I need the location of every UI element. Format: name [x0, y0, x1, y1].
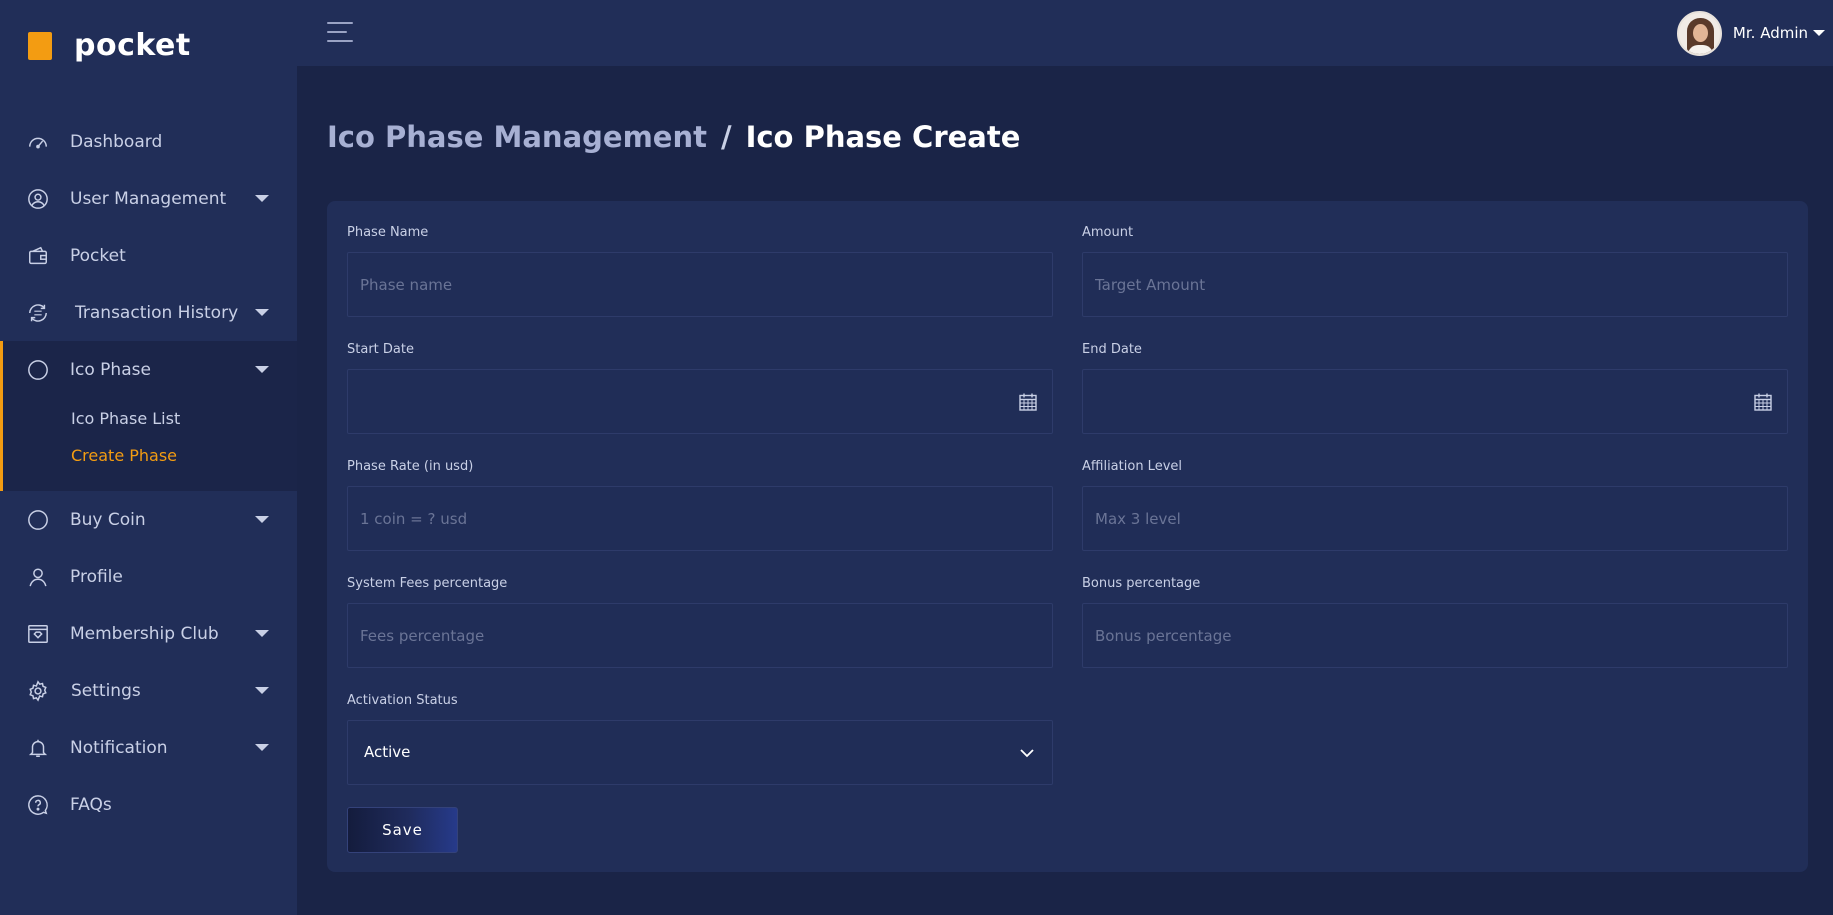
- page-title: Ico Phase Create: [745, 120, 1021, 154]
- circle-icon: [26, 358, 50, 382]
- speedometer-icon: [26, 130, 50, 154]
- calendar-icon[interactable]: [1753, 392, 1773, 412]
- sidebar-item-settings[interactable]: Settings: [0, 662, 297, 719]
- logo-text: pocket: [74, 28, 191, 63]
- sidebar-subitem-ico-phase-list[interactable]: Ico Phase List: [3, 400, 297, 437]
- sidebar-item-label: Notification: [70, 737, 168, 758]
- chevron-down-icon[interactable]: [255, 309, 269, 316]
- sidebar-item-label: Pocket: [70, 245, 126, 266]
- phase-rate-label: Phase Rate (in usd): [347, 459, 474, 474]
- bonus-input[interactable]: [1083, 604, 1787, 667]
- sidebar-item-label: Transaction History: [75, 302, 239, 323]
- sidebar-item-label: Dashboard: [70, 131, 163, 152]
- breadcrumb-separator: /: [720, 120, 732, 154]
- sidebar-item-notification[interactable]: Notification: [0, 719, 297, 776]
- phase-rate-input[interactable]: [348, 487, 1052, 550]
- activation-status-value: Active: [364, 743, 411, 761]
- topbar: Mr. Admin: [297, 0, 1833, 66]
- start-date-input[interactable]: [348, 370, 1052, 433]
- activation-status-select[interactable]: Active: [347, 720, 1053, 785]
- sidebar-submenu: Ico Phase List Create Phase: [3, 398, 297, 491]
- field-start-date: Start Date: [347, 342, 1053, 434]
- sidebar-item-label: Buy Coin: [70, 509, 146, 530]
- field-phase-name: Phase Name: [347, 225, 1053, 317]
- sidebar-item-membership-club[interactable]: Membership Club: [0, 605, 297, 662]
- sidebar-nav: Dashboard User Management Pocket Transac…: [0, 113, 297, 833]
- phase-name-input[interactable]: [348, 253, 1052, 316]
- chevron-down-icon[interactable]: [255, 630, 269, 637]
- bonus-label: Bonus percentage: [1082, 576, 1201, 591]
- sidebar-item-label: User Management: [70, 188, 227, 209]
- save-button[interactable]: Save: [347, 807, 458, 853]
- chevron-down-icon[interactable]: [255, 744, 269, 751]
- membership-card-icon: [26, 622, 50, 646]
- end-date-label: End Date: [1082, 342, 1142, 357]
- wallet-icon: [26, 244, 50, 268]
- field-amount: Amount: [1082, 225, 1788, 317]
- chevron-down-icon: [1813, 30, 1825, 36]
- sidebar: c pocket Dashboard User Management Pocke…: [0, 0, 297, 915]
- activation-status-label: Activation Status: [347, 693, 458, 708]
- bell-icon: [26, 736, 50, 760]
- brand-logo[interactable]: c pocket: [28, 26, 191, 66]
- user-name: Mr. Admin: [1732, 24, 1808, 42]
- exchange-icon: [26, 301, 50, 325]
- field-end-date: End Date: [1082, 342, 1788, 434]
- field-bonus: Bonus percentage: [1082, 576, 1788, 668]
- amount-label: Amount: [1082, 225, 1134, 240]
- sidebar-subitem-create-phase[interactable]: Create Phase: [3, 437, 297, 474]
- user-menu[interactable]: Mr. Admin: [1676, 10, 1825, 56]
- chevron-down-icon: [1020, 749, 1034, 758]
- circle-icon: [26, 508, 50, 532]
- chevron-down-icon[interactable]: [255, 366, 269, 373]
- question-bubble-icon: [26, 793, 50, 817]
- sidebar-item-faqs[interactable]: FAQs: [0, 776, 297, 833]
- calendar-icon[interactable]: [1018, 392, 1038, 412]
- phase-name-label: Phase Name: [347, 225, 429, 240]
- sidebar-item-label: FAQs: [70, 794, 112, 815]
- field-system-fees: System Fees percentage: [347, 576, 1053, 668]
- sidebar-item-label: Membership Club: [70, 623, 219, 644]
- field-phase-rate: Phase Rate (in usd): [347, 459, 1053, 551]
- start-date-label: Start Date: [347, 342, 414, 357]
- chevron-down-icon[interactable]: [255, 516, 269, 523]
- form-card: Phase Name Amount Start Date End Date Ph…: [327, 201, 1808, 872]
- amount-input[interactable]: [1083, 253, 1787, 316]
- sidebar-item-ico-phase[interactable]: Ico Phase: [3, 341, 297, 398]
- chevron-down-icon[interactable]: [255, 195, 269, 202]
- field-activation-status: Activation Status Active: [347, 693, 1053, 785]
- end-date-input[interactable]: [1083, 370, 1787, 433]
- affiliation-level-input[interactable]: [1083, 487, 1787, 550]
- sidebar-item-transaction-history[interactable]: Transaction History: [0, 284, 297, 341]
- gear-icon: [26, 679, 50, 703]
- breadcrumb: Ico Phase Management / Ico Phase Create: [327, 120, 1020, 154]
- affiliation-level-label: Affiliation Level: [1082, 459, 1183, 474]
- user-circle-icon: [26, 187, 50, 211]
- sidebar-item-dashboard[interactable]: Dashboard: [0, 113, 297, 170]
- sidebar-item-label: Profile: [70, 566, 123, 587]
- avatar: [1676, 10, 1722, 56]
- sidebar-item-label: Settings: [71, 680, 141, 701]
- field-affiliation-level: Affiliation Level: [1082, 459, 1788, 551]
- sidebar-item-label: Ico Phase: [70, 359, 151, 380]
- breadcrumb-parent[interactable]: Ico Phase Management: [327, 120, 707, 154]
- sidebar-item-buy-coin[interactable]: Buy Coin: [0, 491, 297, 548]
- person-icon: [26, 565, 50, 589]
- sidebar-item-profile[interactable]: Profile: [0, 548, 297, 605]
- sidebar-group-ico-phase: Ico Phase Ico Phase List Create Phase: [0, 341, 297, 491]
- sidebar-item-pocket[interactable]: Pocket: [0, 227, 297, 284]
- chevron-down-icon[interactable]: [255, 687, 269, 694]
- sidebar-item-user-management[interactable]: User Management: [0, 170, 297, 227]
- logo-mark-icon: c: [28, 31, 74, 61]
- menu-toggle-icon[interactable]: [327, 22, 353, 44]
- system-fees-input[interactable]: [348, 604, 1052, 667]
- system-fees-label: System Fees percentage: [347, 576, 508, 591]
